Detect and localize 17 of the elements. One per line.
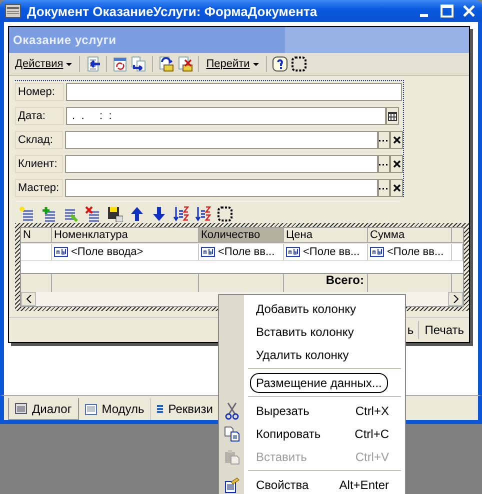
- field-label: Номер:: [15, 83, 64, 101]
- field-label: Клиент:: [15, 155, 63, 173]
- field-label: Склад:: [15, 131, 63, 149]
- table-cell: <Поле ввода>: [71, 246, 144, 258]
- form-title: Оказание услуги: [13, 33, 116, 47]
- table-cell: <Поле вв...: [218, 246, 275, 258]
- shortcut-label: Ctrl+C: [354, 426, 390, 440]
- shortcut-label: Alt+Enter: [339, 478, 390, 492]
- shortcut-label: Ctrl+V: [355, 450, 390, 464]
- total-label: Всего:: [326, 274, 364, 287]
- table-cell: <Поле вв...: [303, 246, 360, 258]
- date-value: . . : :: [71, 110, 112, 122]
- field-label: Мастер:: [15, 179, 63, 197]
- window-title: Документ ОказаниеУслуги: ФормаДокумента: [27, 4, 318, 18]
- table-cell: <Поле вв...: [387, 246, 444, 258]
- field-label: Дата:: [15, 107, 64, 125]
- shortcut-label: Ctrl+X: [355, 404, 390, 418]
